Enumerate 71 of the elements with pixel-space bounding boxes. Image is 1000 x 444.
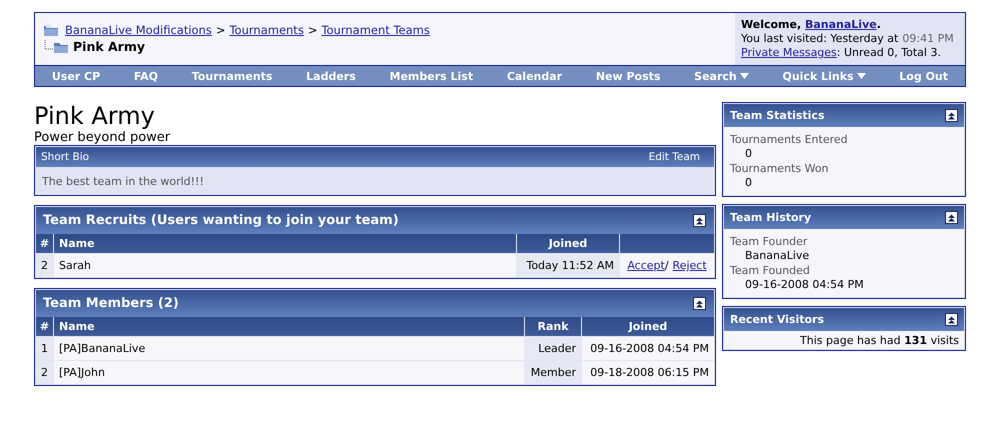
table-cell: 1 [36, 337, 53, 360]
collapse-icon[interactable] [945, 211, 958, 224]
current-page-title: Pink Army [73, 39, 146, 54]
table-cell: [PA]John [54, 361, 524, 384]
breadcrumb-link[interactable]: Tournament Teams [321, 23, 430, 37]
action-link[interactable]: Reject [672, 259, 707, 272]
team-name: Pink Army [34, 102, 156, 130]
collapse-icon[interactable] [693, 297, 706, 310]
nav-link[interactable]: Tournaments [188, 70, 276, 82]
field-label: Tournaments Entered [730, 133, 849, 147]
last-visited-time: 09:41 PM [902, 32, 954, 45]
column-header: Name [54, 317, 524, 336]
link-separator: / [664, 259, 669, 272]
section-title: Team Members (2) [43, 296, 179, 311]
field-value: 09-16-2008 04:54 PM [744, 278, 865, 292]
folder-icon [43, 23, 59, 37]
edit-team-link[interactable]: Edit Team [648, 151, 700, 163]
table-cell: [PA]BananaLive [54, 337, 524, 360]
field-value: BananaLive [744, 249, 810, 263]
collapse-icon[interactable] [945, 109, 958, 122]
column-header: Name [54, 234, 516, 253]
dropdown-caret-icon [740, 73, 749, 79]
bio-text: The best team in the world!!! [41, 174, 205, 190]
nav-link[interactable]: FAQ [130, 70, 162, 82]
table-cell: 2 [36, 361, 53, 384]
table-cell: Leader [525, 337, 581, 360]
table-cell: Today 11:52 AM [517, 254, 619, 277]
nav-link[interactable]: Ladders [302, 70, 360, 82]
field-value: 0 [744, 147, 753, 161]
nav-link[interactable]: Calendar [502, 70, 566, 82]
section-title: Short Bio [41, 151, 90, 163]
nav-link[interactable]: Search [690, 70, 753, 82]
table-cell: 09-16-2008 04:54 PM [582, 337, 714, 360]
table-cell: Sarah [54, 254, 516, 277]
column-header: # [36, 234, 53, 253]
tree-folder-icon [43, 40, 69, 54]
action-link[interactable]: Accept [627, 259, 665, 272]
nav-link[interactable]: User CP [48, 70, 104, 82]
field-label: Team Founded [730, 264, 811, 278]
breadcrumb-separator: > [216, 23, 226, 37]
column-header: # [36, 317, 53, 336]
field-label: Team Founder [730, 235, 808, 249]
table-cell: Member [525, 361, 581, 384]
section-title: Team Recruits (Users wanting to join your team) [43, 213, 399, 228]
message-count-text: : Unread 0, Total 3. [836, 46, 941, 59]
nav-link[interactable]: New Posts [592, 70, 664, 82]
breadcrumb-link[interactable]: Tournaments [229, 23, 304, 37]
section-title: Team Statistics [730, 109, 824, 122]
table-cell: 2 [36, 254, 53, 277]
nav-link[interactable]: Members List [386, 70, 478, 82]
team-motto: Power beyond power [34, 130, 172, 145]
column-header: Rank [525, 317, 581, 336]
last-visited-text: You last visited: Yesterday at [741, 32, 898, 45]
section-title: Recent Visitors [730, 313, 824, 326]
dropdown-caret-icon [856, 73, 866, 79]
collapse-icon[interactable] [945, 313, 958, 326]
breadcrumb-link[interactable]: BananaLive Modifications [65, 23, 212, 37]
column-header: Joined [582, 317, 714, 336]
username-link[interactable]: BananaLive [804, 18, 877, 31]
visits-text: This page has had 131 visits [799, 334, 959, 347]
field-label: Tournaments Won [730, 162, 830, 176]
column-header: Joined [517, 234, 619, 253]
section-title: Team History [730, 211, 812, 224]
nav-link[interactable]: Log Out [895, 70, 952, 82]
collapse-icon[interactable] [693, 214, 706, 227]
welcome-text: Welcome, BananaLive. [741, 18, 882, 32]
breadcrumb-separator: > [308, 23, 318, 37]
table-cell: 09-18-2008 06:15 PM [582, 361, 714, 384]
nav-link[interactable]: Quick Links [778, 70, 870, 82]
private-messages-link[interactable]: Private Messages [741, 46, 837, 59]
field-value: 0 [744, 176, 753, 190]
